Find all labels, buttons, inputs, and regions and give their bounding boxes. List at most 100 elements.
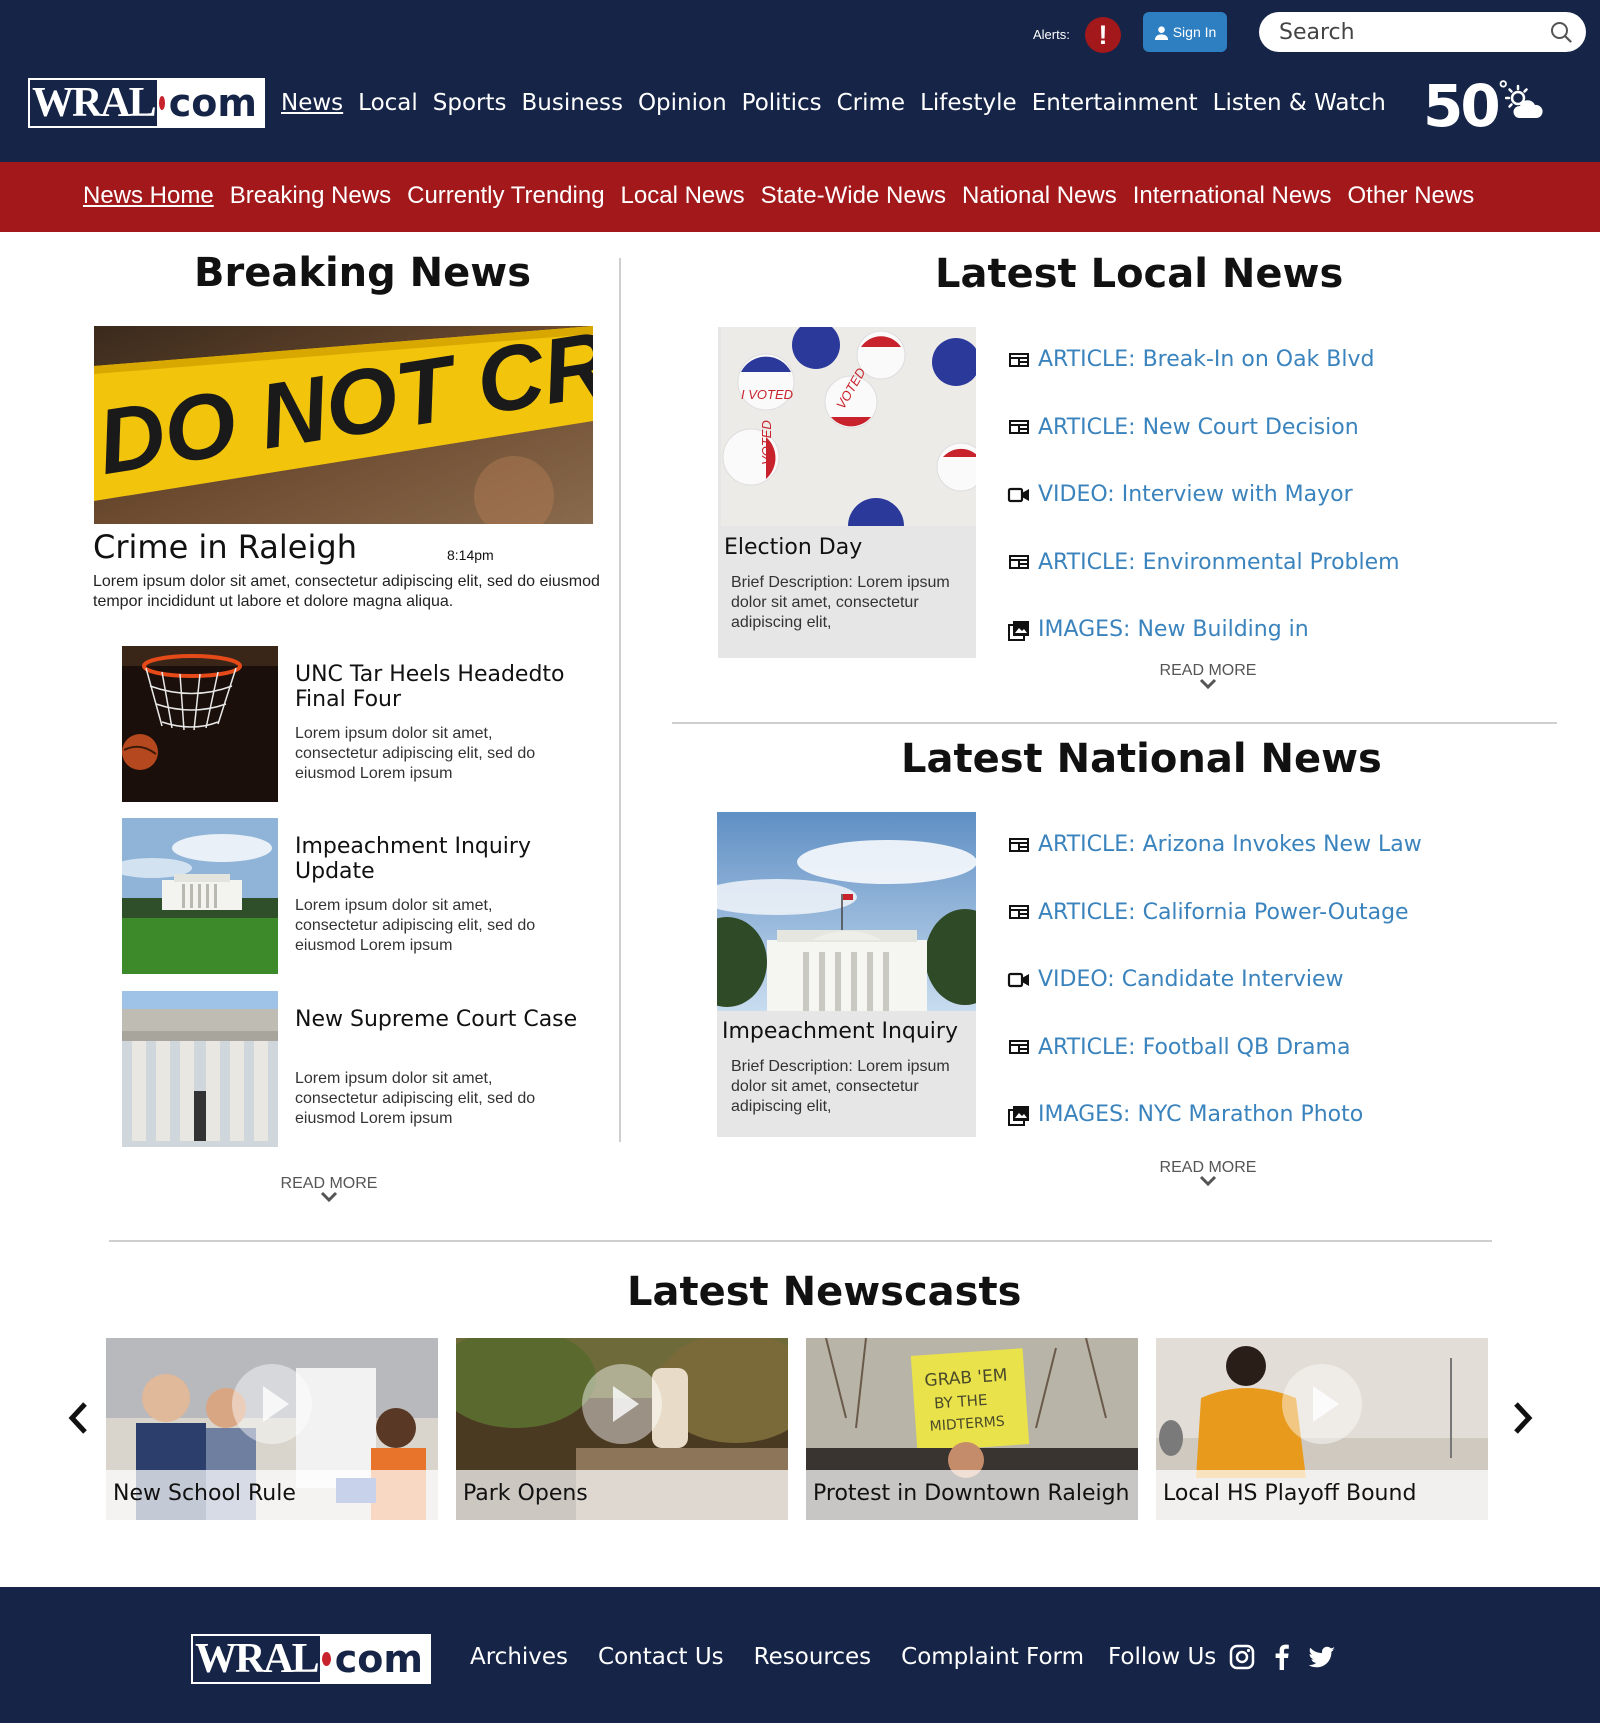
local-link-1[interactable]: ARTICLE: Break-In on Oak Blvd — [1007, 347, 1374, 372]
read-more-label: READ MORE — [280, 1175, 378, 1192]
nav-item-crime[interactable]: Crime — [837, 90, 905, 116]
breaking-news-title: Breaking News — [194, 250, 532, 296]
local-link-5[interactable]: IMAGES: New Building in — [1007, 617, 1309, 642]
play-icon[interactable] — [1282, 1364, 1362, 1444]
images-link[interactable]: IMAGES: NYC Marathon Photo — [1038, 1102, 1363, 1127]
nav-item-listen-and-watch[interactable]: Listen & Watch — [1213, 90, 1386, 116]
images-link[interactable]: IMAGES: New Building in — [1038, 617, 1309, 642]
nav-item-local[interactable]: Local — [358, 90, 418, 116]
chevron-down-icon — [320, 1191, 338, 1203]
video-link[interactable]: VIDEO: Interview with Mayor — [1038, 482, 1353, 507]
instagram-icon[interactable] — [1228, 1643, 1256, 1671]
nav-item-lifestyle[interactable]: Lifestyle — [920, 90, 1017, 116]
play-icon[interactable] — [582, 1364, 662, 1444]
crime-scene-tape-photo[interactable]: DO NOT CROSS POLICE — [94, 326, 593, 524]
search-bar — [1259, 12, 1586, 52]
sign-in-button[interactable]: Sign In — [1143, 12, 1227, 52]
article-link[interactable]: ARTICLE: Football QB Drama — [1038, 1035, 1350, 1060]
nav-item-business[interactable]: Business — [522, 90, 623, 116]
basketball-hoop-photo[interactable] — [122, 646, 278, 802]
subnav-item-international-news[interactable]: International News — [1133, 182, 1332, 210]
subnav-item-national-news[interactable]: National News — [962, 182, 1117, 210]
nav-item-news[interactable]: News — [281, 90, 343, 116]
footer-link-complaint-form[interactable]: Complaint Form — [901, 1644, 1084, 1670]
national-link-5[interactable]: IMAGES: NYC Marathon Photo — [1007, 1102, 1363, 1127]
nav-item-entertainment[interactable]: Entertainment — [1032, 90, 1198, 116]
site-header: Alerts: ! Sign In WRAL com News Local Spor… — [0, 0, 1600, 162]
voted-stickers-photo: I VOTED VOTED VOTED — [721, 327, 976, 526]
site-logo[interactable]: WRAL com — [28, 78, 265, 128]
footer-link-archives[interactable]: Archives — [470, 1644, 568, 1670]
national-read-more[interactable]: READ MORE — [1148, 1159, 1268, 1187]
article-icon — [1009, 352, 1029, 367]
featured-timestamp: 8:14pm — [447, 547, 494, 563]
national-link-4[interactable]: ARTICLE: Football QB Drama — [1007, 1035, 1350, 1060]
article-link[interactable]: ARTICLE: Environmental Problem — [1038, 550, 1400, 575]
white-house-photo[interactable] — [122, 818, 278, 974]
newscast-caption: Park Opens — [456, 1470, 788, 1520]
national-feature-card[interactable]: Impeachment Inquiry Brief Description: L… — [717, 812, 976, 1137]
social-links — [1228, 1643, 1336, 1671]
footer-nav: Archives Contact Us Resources Complaint … — [470, 1643, 1336, 1671]
subnav-item-currently-trending[interactable]: Currently Trending — [407, 182, 604, 210]
newscast-tile[interactable]: New School Rule — [106, 1338, 438, 1520]
chevron-down-icon — [1199, 678, 1217, 690]
article-link[interactable]: ARTICLE: New Court Decision — [1038, 415, 1359, 440]
svg-text:VOTED: VOTED — [759, 420, 774, 465]
breaking-read-more[interactable]: READ MORE — [269, 1175, 389, 1203]
video-link[interactable]: VIDEO: Candidate Interview — [1038, 967, 1343, 992]
article-link[interactable]: ARTICLE: California Power-Outage — [1038, 900, 1409, 925]
footer-link-contact-us[interactable]: Contact Us — [598, 1644, 724, 1670]
national-link-3[interactable]: VIDEO: Candidate Interview — [1007, 967, 1343, 992]
subnav-item-breaking-news[interactable]: Breaking News — [230, 182, 391, 210]
story-title[interactable]: UNC Tar Heels Headedto Final Four — [295, 662, 585, 712]
subnav-item-news-home[interactable]: News Home — [83, 182, 214, 210]
article-icon — [1009, 555, 1029, 569]
search-input[interactable] — [1259, 12, 1539, 52]
nav-item-sports[interactable]: Sports — [433, 90, 507, 116]
subnav-item-state-wide-news[interactable]: State-Wide News — [761, 182, 946, 210]
national-link-2[interactable]: ARTICLE: California Power-Outage — [1007, 900, 1409, 925]
chevron-left-icon[interactable] — [63, 1398, 93, 1438]
local-link-4[interactable]: ARTICLE: Environmental Problem — [1007, 550, 1400, 575]
national-link-1[interactable]: ARTICLE: Arizona Invokes New Law — [1007, 832, 1422, 857]
article-link[interactable]: ARTICLE: Arizona Invokes New Law — [1038, 832, 1422, 857]
footer-link-resources[interactable]: Resources — [754, 1644, 871, 1670]
story-title[interactable]: New Supreme Court Case — [295, 1007, 585, 1032]
video-icon — [1007, 487, 1029, 502]
section-divider — [672, 722, 1557, 724]
images-icon — [1008, 1105, 1029, 1126]
twitter-icon[interactable] — [1308, 1643, 1336, 1671]
nav-item-opinion[interactable]: Opinion — [638, 90, 727, 116]
logo-com-text: com — [334, 1637, 423, 1681]
local-read-more[interactable]: READ MORE — [1148, 662, 1268, 690]
play-icon[interactable] — [232, 1364, 312, 1444]
video-icon — [1007, 972, 1029, 987]
featured-headline[interactable]: Crime in Raleigh — [93, 528, 357, 566]
subnav-item-local-news[interactable]: Local News — [621, 182, 745, 210]
sub-nav-items: News Home Breaking News Currently Trending… — [83, 182, 1490, 210]
search-icon[interactable] — [1550, 21, 1572, 43]
subnav-item-other-news[interactable]: Other News — [1348, 182, 1475, 210]
newscast-tile[interactable]: Park Opens — [456, 1338, 788, 1520]
article-link[interactable]: ARTICLE: Break-In on Oak Blvd — [1038, 347, 1374, 372]
newscasts-title: Latest Newscasts — [627, 1269, 1022, 1315]
local-link-3[interactable]: VIDEO: Interview with Mayor — [1007, 482, 1353, 507]
newscast-tile[interactable]: GRAB 'EM BY THE MIDTERMS Protest in Down… — [806, 1338, 1138, 1520]
local-feature-card[interactable]: I VOTED VOTED VOTED Election Day Brief D… — [718, 327, 976, 658]
newscast-tile[interactable]: Local HS Playoff Bound — [1156, 1338, 1488, 1520]
alerts-label: Alerts: — [1033, 27, 1070, 42]
facebook-icon[interactable] — [1268, 1643, 1296, 1671]
nav-item-politics[interactable]: Politics — [742, 90, 822, 116]
story-title[interactable]: Impeachment Inquiry Update — [295, 834, 585, 884]
column-divider — [619, 258, 621, 1142]
read-more-label: READ MORE — [1159, 662, 1257, 679]
supreme-court-photo[interactable] — [122, 991, 278, 1147]
alert-icon[interactable]: ! — [1085, 17, 1121, 53]
images-icon — [1008, 620, 1029, 641]
weather-temperature[interactable]: 50° — [1423, 72, 1509, 140]
footer-logo[interactable]: WRAL com — [191, 1634, 431, 1684]
local-link-2[interactable]: ARTICLE: New Court Decision — [1007, 415, 1359, 440]
local-feature-title: Election Day — [724, 535, 863, 560]
chevron-right-icon[interactable] — [1508, 1398, 1538, 1438]
